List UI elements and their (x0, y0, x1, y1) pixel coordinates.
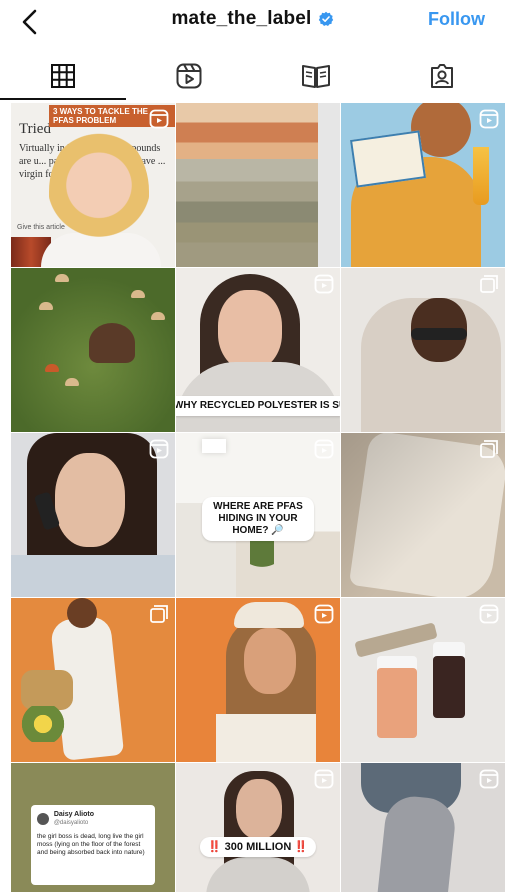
person-face (218, 290, 282, 370)
carousel-badge-icon (480, 275, 498, 293)
reel-badge-icon (314, 274, 334, 294)
tweet-author: Daisy Alioto (53, 811, 95, 818)
posts-grid: Tried Virtually indestructib... compound… (11, 103, 505, 892)
reel-badge-icon (479, 769, 499, 789)
profile-header: mate_the_label Follow (0, 0, 505, 44)
product-tube (354, 622, 438, 658)
post-tile[interactable]: Tried Virtually indestructib... compound… (11, 103, 175, 267)
tab-reels[interactable] (126, 54, 252, 98)
sunglasses (411, 328, 467, 340)
person-top (206, 857, 310, 892)
drink-glass (473, 147, 489, 205)
tweet-text: the girl boss is dead, long live the gir… (37, 833, 145, 856)
username-text: mate_the_label (171, 8, 312, 29)
person-top (216, 714, 316, 762)
post-tile[interactable] (341, 103, 505, 267)
reel-badge-icon (479, 604, 499, 624)
profile-tabs (0, 54, 505, 100)
person-face (49, 129, 149, 254)
mushroom (65, 378, 79, 386)
reel-badge-icon (479, 109, 499, 129)
reel-badge-icon (314, 604, 334, 624)
post-tile[interactable] (11, 433, 175, 597)
post-tile[interactable] (176, 598, 340, 762)
bucket-hat (234, 602, 304, 628)
post-tile[interactable]: WHERE ARE PFAS HIDING IN YOUR HOME? 🔎 (176, 433, 340, 597)
grid-icon (51, 64, 76, 88)
mushroom (151, 312, 165, 320)
tab-guides[interactable] (253, 54, 379, 98)
post-tile[interactable] (341, 598, 505, 762)
tweet-handle: @daisyalioto (53, 820, 89, 826)
carousel-badge-icon (150, 605, 168, 623)
reel-badge-icon (314, 769, 334, 789)
person-face (55, 453, 125, 547)
guides-icon (301, 65, 330, 88)
mushroom (45, 364, 59, 372)
follow-button[interactable]: Follow (428, 9, 485, 30)
post-caption: WHERE ARE PFAS HIDING IN YOUR HOME? 🔎 (202, 497, 314, 541)
reels-icon (176, 63, 202, 89)
post-tile[interactable]: 3 REASONS WHY RECYCLED POLYESTER IS SUST… (176, 268, 340, 432)
chevron-left-icon (22, 9, 37, 35)
person-head (67, 598, 97, 628)
profile-username: mate_the_label (171, 8, 333, 30)
flowers (19, 706, 67, 742)
mushroom (39, 302, 53, 310)
post-tile[interactable] (341, 268, 505, 432)
book-image (350, 130, 426, 188)
reel-badge-icon (149, 439, 169, 459)
product-bottle (377, 668, 417, 738)
tweet-card: Daisy Alioto @daisyalioto the girl boss … (31, 805, 155, 885)
post-tile[interactable] (341, 433, 505, 597)
reel-badge-icon (149, 109, 169, 129)
person-face (244, 628, 296, 694)
person-head-in-moss (89, 323, 135, 363)
basket (21, 670, 73, 710)
tagged-icon (430, 64, 453, 88)
post-caption: ‼️ 300 MILLION ‼️ (199, 837, 317, 857)
carousel-badge-icon (480, 440, 498, 458)
reel-badge-icon (314, 439, 334, 459)
post-tile[interactable] (11, 598, 175, 762)
skylight (202, 439, 226, 453)
mushroom (131, 290, 145, 298)
post-caption: 3 REASONS WHY RECYCLED POLYESTER IS SUST… (176, 396, 340, 416)
post-tile[interactable] (11, 268, 175, 432)
back-button[interactable] (14, 6, 46, 38)
person-top (11, 555, 175, 597)
avatar (37, 813, 49, 825)
fabric-swatches-edge (318, 103, 340, 267)
caption-text: WHERE ARE PFAS HIDING IN YOUR HOME? 🔎 (213, 501, 303, 536)
product-bottle (433, 656, 465, 718)
mushroom (55, 274, 69, 282)
tab-grid[interactable] (0, 54, 127, 100)
post-tile[interactable] (341, 763, 505, 892)
person-face (236, 779, 282, 839)
post-tile[interactable]: ‼️ 300 MILLION ‼️ (176, 763, 340, 892)
post-tile[interactable]: Daisy Alioto @daisyalioto the girl boss … (11, 763, 175, 892)
article-footer: Give this article (17, 224, 65, 231)
verified-badge-icon (318, 11, 333, 26)
post-tile[interactable] (176, 103, 340, 267)
tab-tagged[interactable] (379, 54, 505, 98)
